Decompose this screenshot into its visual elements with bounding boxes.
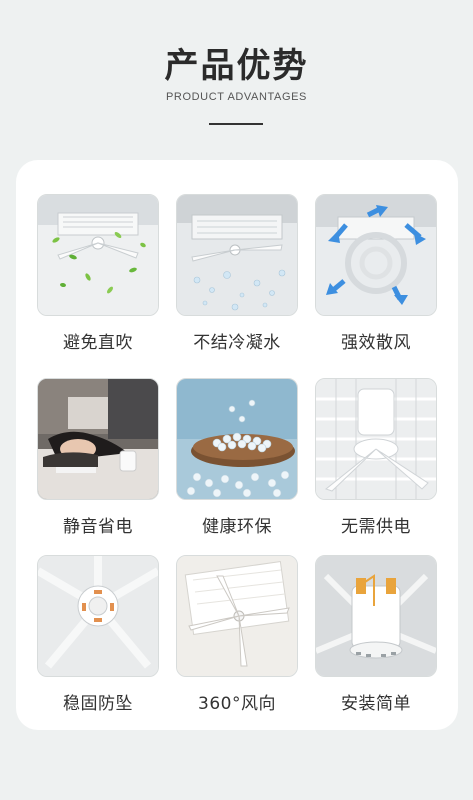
feature-item-easy-install: 安装简单 xyxy=(315,555,437,714)
ceiling-fan-water-drops-photo xyxy=(176,194,298,316)
page-title: 产品优势 xyxy=(164,46,309,86)
airflow-arrows-photo xyxy=(315,194,437,316)
feature-item-quiet-saving: 静音省电 xyxy=(37,378,159,537)
ceiling-fan-leaves-photo xyxy=(37,194,159,316)
features-card: 避免直吹 不结冷凝水 强效散风 静音省电 健康环保 无需供电 稳固防坠 360°… xyxy=(16,160,458,730)
feature-item-360-direction: 360°风向 xyxy=(176,555,298,714)
fan-hub-grille-photo xyxy=(315,378,437,500)
feature-label: 安装简单 xyxy=(341,694,411,714)
feature-item-eco-friendly: 健康环保 xyxy=(176,378,298,537)
page-subtitle: PRODUCT ADVANTAGES xyxy=(166,91,307,103)
feature-label: 无需供电 xyxy=(341,517,411,537)
feature-item-no-power: 无需供电 xyxy=(315,378,437,537)
rotating-blades-photo xyxy=(176,555,298,677)
fan-mount-base-photo xyxy=(37,555,159,677)
feature-item-avoid-direct-blow: 避免直吹 xyxy=(37,194,159,353)
feature-label: 避免直吹 xyxy=(63,333,133,353)
feature-label: 不结冷凝水 xyxy=(193,333,281,353)
feature-item-strong-airflow: 强效散风 xyxy=(315,194,437,353)
feature-label: 360°风向 xyxy=(198,694,276,714)
feature-label: 强效散风 xyxy=(341,333,411,353)
feature-item-no-condensation: 不结冷凝水 xyxy=(176,194,298,353)
feature-label: 稳固防坠 xyxy=(63,694,133,714)
fan-hub-closeup-photo xyxy=(315,555,437,677)
feature-item-anti-fall: 稳固防坠 xyxy=(37,555,159,714)
sleeping-person-photo xyxy=(37,378,159,500)
feature-label: 健康环保 xyxy=(202,517,272,537)
page-header: 产品优势 PRODUCT ADVANTAGES xyxy=(0,0,473,140)
title-divider xyxy=(209,123,263,125)
plastic-granules-photo xyxy=(176,378,298,500)
feature-label: 静音省电 xyxy=(63,517,133,537)
